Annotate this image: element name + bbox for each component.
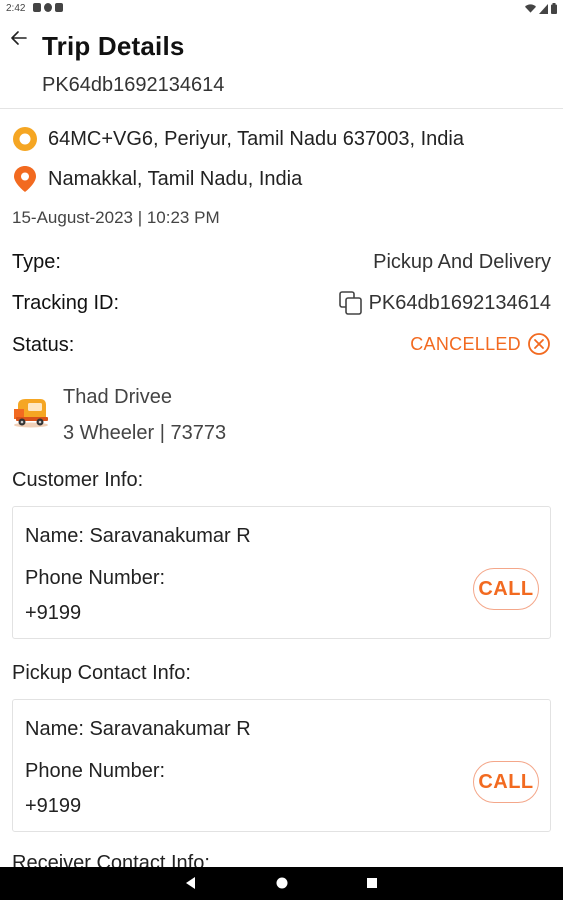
arrow-left-icon [11, 31, 27, 45]
tracking-id-value[interactable]: PK64db1692134614 [338, 290, 551, 316]
driver-vehicle: 3 Wheeler | 73773 [63, 422, 227, 444]
status-value: CANCELLED [410, 333, 521, 354]
pickup-contact-phone-label: Phone Number: [25, 760, 166, 782]
copy-icon[interactable] [338, 290, 364, 316]
status-badge: CANCELLED [410, 332, 551, 356]
signal-icon [539, 3, 548, 14]
notification-icon [33, 3, 41, 12]
drop-address: Namakkal, Tamil Nadu, India [48, 167, 303, 190]
tracking-id-text: PK64db1692134614 [368, 291, 551, 314]
customer-name: Name: Saravanakumar R [25, 525, 251, 547]
pickup-contact-title: Pickup Contact Info: [12, 662, 191, 684]
nav-back-icon[interactable] [184, 876, 198, 890]
system-icons [525, 3, 557, 14]
trip-date: 15-August-2023 | 10:23 PM [12, 208, 220, 227]
status-time: 2:42 [6, 3, 26, 14]
pickup-location-row: 64MC+VG6, Periyur, Tamil Nadu 637003, In… [12, 126, 464, 152]
pickup-call-button[interactable]: CALL [473, 761, 539, 803]
pickup-contact-card: Name: Saravanakumar R Phone Number: +919… [12, 699, 551, 832]
pickup-pin-icon [13, 127, 37, 151]
driver-name: Thad Drivee [63, 386, 172, 408]
wifi-icon [525, 3, 536, 13]
customer-call-button[interactable]: CALL [473, 568, 539, 610]
type-label: Type: [12, 251, 61, 273]
nav-home-icon[interactable] [275, 876, 289, 890]
pickup-contact-phone: +9199 [25, 795, 82, 817]
trip-details-screen: 2:42 Trip Details PK64db1692134614 64MC+… [0, 0, 563, 900]
pickup-address: 64MC+VG6, Periyur, Tamil Nadu 637003, In… [48, 127, 464, 150]
status-label: Status: [12, 334, 75, 356]
drop-pin-icon [14, 166, 36, 192]
nav-recents-icon[interactable] [365, 876, 379, 890]
customer-info-title: Customer Info: [12, 469, 144, 491]
pickup-contact-name: Name: Saravanakumar R [25, 718, 251, 740]
status-bar: 2:42 [0, 0, 563, 18]
customer-info-card: Name: Saravanakumar R Phone Number: +919… [12, 506, 551, 639]
drop-location-row: Namakkal, Tamil Nadu, India [12, 165, 302, 193]
customer-phone: +9199 [25, 602, 82, 624]
page-title: Trip Details [42, 31, 185, 61]
type-value-text: Pickup And Delivery [373, 251, 551, 273]
system-nav-bar [0, 867, 563, 900]
trip-id-subtitle: PK64db1692134614 [42, 74, 225, 96]
sim-icon [55, 3, 63, 12]
back-button[interactable] [8, 27, 30, 49]
customer-phone-label: Phone Number: [25, 567, 166, 589]
tracking-id-label: Tracking ID: [12, 292, 120, 314]
cancel-circle-icon [528, 333, 550, 355]
notification-icons [33, 3, 63, 12]
header-divider [0, 108, 563, 109]
type-value: Pickup And Delivery [373, 251, 551, 274]
auto-rickshaw-icon [14, 399, 48, 428]
sync-icon [44, 3, 52, 12]
battery-icon [551, 3, 557, 14]
